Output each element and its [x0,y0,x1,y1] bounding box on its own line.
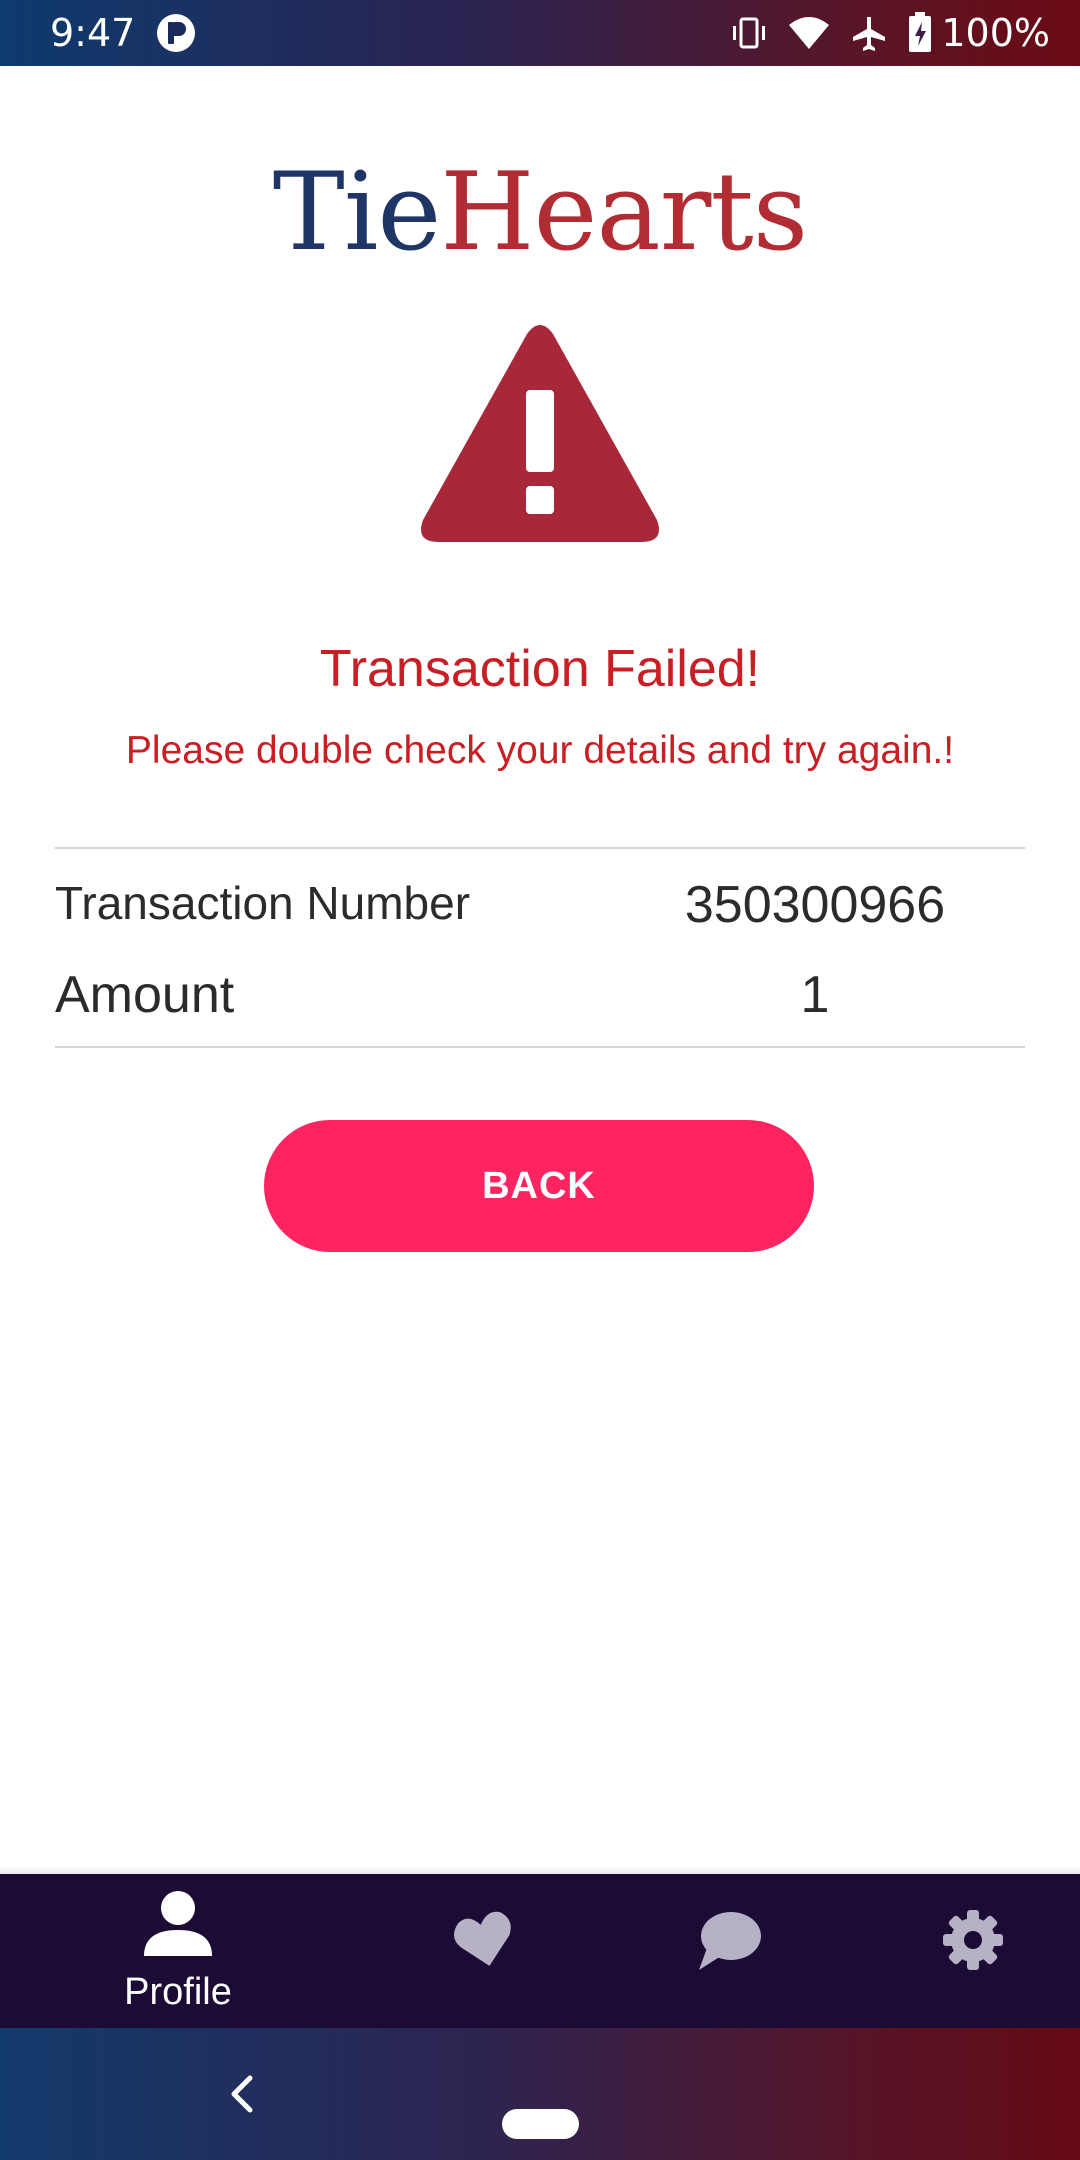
logo-text-hearts: Hearts [440,150,808,275]
settings-icon [943,1910,1003,1970]
transaction-number-label: Transaction Number [55,877,471,929]
status-bar: 9:47 100% [0,0,1080,66]
logo-text-tie: Tie [272,150,441,275]
app-notification-icon [157,14,195,52]
transaction-number-value: 350300966 [684,876,946,934]
bottom-nav-shadow [0,1866,1080,1874]
battery-charging-icon [909,12,932,52]
system-home-icon[interactable] [502,2109,579,2139]
vibrate-icon [733,17,766,49]
system-back-icon[interactable] [222,2072,266,2116]
details-divider-bottom [55,1046,1025,1048]
chat-icon [699,1912,761,1970]
wifi-icon [789,17,830,49]
amount-label: Amount [55,966,235,1024]
back-button[interactable]: BACK [264,1120,814,1252]
nav-profile[interactable]: Profile [43,1874,313,2028]
transaction-failed-message: Please double check your details and try… [125,729,955,772]
transaction-failed-title: Transaction Failed! [319,640,761,698]
nav-matches[interactable] [351,1874,621,2028]
heart-icon [454,1911,511,1966]
system-nav-bar [0,2028,1080,2160]
app-logo: TieHearts [0,148,1080,278]
warning-icon [421,325,659,542]
profile-icon [144,1891,212,1956]
details-divider-top [55,847,1025,849]
battery-percent: 100% [941,11,1050,55]
amount-value: 1 [800,966,830,1024]
status-time: 9:47 [50,11,136,55]
nav-chat[interactable] [595,1874,865,2028]
airplane-icon [853,17,886,51]
nav-settings[interactable] [837,1874,1080,2028]
nav-profile-label: Profile [124,1971,232,2013]
status-icons: 100% [711,8,1050,58]
bottom-nav: Profile [0,1874,1080,2028]
